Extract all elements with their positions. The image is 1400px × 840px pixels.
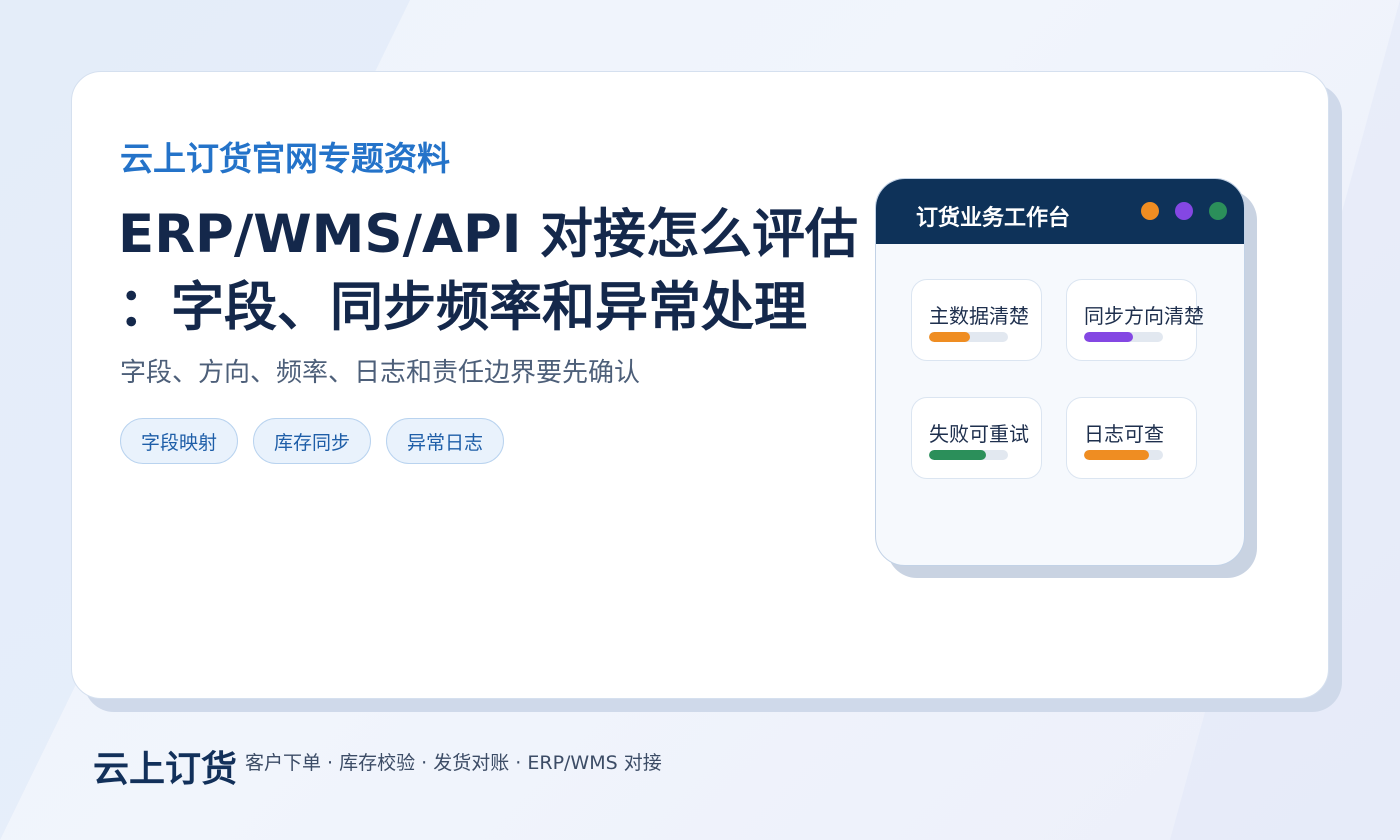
metric-card: 同步方向清楚 — [1066, 279, 1204, 361]
progress-track — [1084, 450, 1163, 460]
metric-label: 同步方向清楚 — [1084, 304, 1204, 328]
metric-label: 日志可查 — [1084, 422, 1164, 446]
panel-header: 订货业务工作台 — [876, 179, 1244, 244]
tag-inventory-sync[interactable]: 库存同步 — [253, 418, 372, 464]
kicker-text: 云上订货官网专题资料 — [120, 139, 450, 178]
title-line-1: ERP/WMS/API 对接怎么评估 — [118, 204, 858, 265]
progress-fill — [1084, 450, 1149, 460]
window-dot-green — [1209, 202, 1227, 220]
progress-fill — [929, 332, 971, 342]
title-line-2: ：字段、同步频率和异常处理 — [118, 277, 807, 338]
metric-card: 失败可重试 — [911, 397, 1042, 479]
metric-label: 主数据清楚 — [929, 304, 1029, 328]
tag-list: 字段映射 库存同步 异常日志 — [120, 418, 505, 464]
brand-logo-text: 云上订货 — [93, 749, 238, 790]
page-title: ERP/WMS/API 对接怎么评估 ：字段、同步频率和异常处理 — [118, 198, 878, 344]
metric-card: 日志可查 — [1066, 397, 1197, 479]
progress-fill — [1084, 332, 1133, 342]
subtitle: 字段、方向、频率、日志和责任边界要先确认 — [120, 358, 641, 388]
window-dot-purple — [1175, 202, 1193, 220]
progress-track — [1084, 332, 1163, 342]
window-dot-orange — [1141, 202, 1159, 220]
metric-label: 失败可重试 — [929, 422, 1029, 446]
panel-title: 订货业务工作台 — [916, 206, 1071, 231]
progress-fill — [929, 450, 986, 460]
metric-card: 主数据清楚 — [911, 279, 1042, 361]
tag-exception-log[interactable]: 异常日志 — [386, 418, 505, 464]
workbench-panel: 订货业务工作台 主数据清楚 同步方向清楚 失败可重试 日志可查 — [875, 178, 1245, 566]
progress-track — [929, 332, 1008, 342]
tag-field-mapping[interactable]: 字段映射 — [120, 418, 239, 464]
footer-tagline: 客户下单 · 库存校验 · 发货对账 · ERP/WMS 对接 — [245, 752, 662, 774]
progress-track — [929, 450, 1008, 460]
